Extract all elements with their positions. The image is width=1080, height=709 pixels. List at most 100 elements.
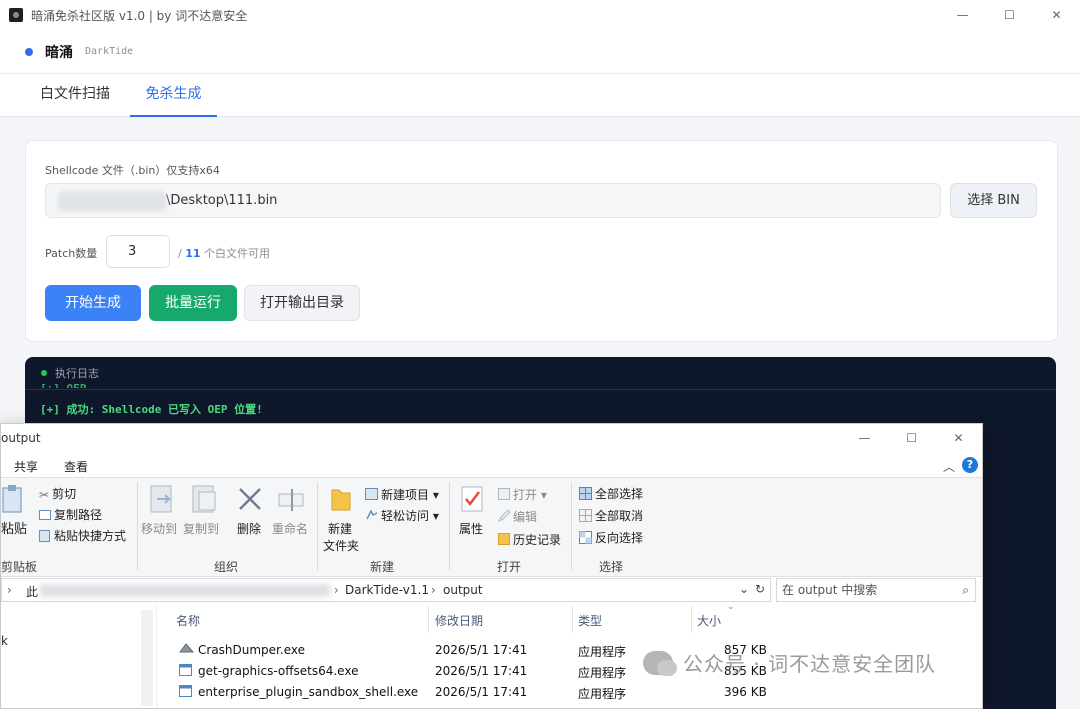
column-name[interactable]: 名称 (176, 612, 200, 629)
file-type: 应用程序 (578, 687, 627, 701)
title-bar: 暗涌免杀社区版 v1.0 | by 词不达意安全 — ☐ ✕ (0, 0, 1080, 30)
copy-path-button[interactable]: 复制路径 (39, 506, 102, 523)
open-button[interactable]: 打开 ▾ (498, 486, 547, 503)
move-to-button[interactable]: 移动到 (141, 520, 177, 537)
scissors-icon: ✂ (39, 487, 50, 502)
tab-evasion-generate[interactable]: 免杀生成 (130, 74, 217, 117)
history-button[interactable]: 历史记录 (498, 531, 561, 548)
group-label-clipboard: 剪贴板 (1, 560, 38, 574)
search-icon: ⌕ (962, 583, 969, 597)
breadcrumb-chevron-icon: › (7, 583, 12, 597)
explorer-close-button[interactable]: ✕ (935, 424, 982, 452)
redacted-breadcrumb (40, 584, 330, 597)
shellcode-path-input[interactable]: \Desktop\111.bin (45, 183, 941, 218)
page-scrollbar[interactable] (1056, 357, 1080, 709)
watermark: 公众号 · 词不达意安全团队 (643, 648, 936, 677)
ribbon-tab-share[interactable]: 共享 (14, 458, 38, 475)
column-size[interactable]: 大小 (697, 612, 721, 629)
log-title: 执行日志 (55, 367, 99, 380)
window-title: 暗涌免杀社区版 v1.0 | by 词不达意安全 (31, 8, 248, 23)
file-date: 2026/5/1 17:41 (435, 685, 528, 699)
move-to-icon (149, 484, 177, 517)
paste-button[interactable]: 粘贴 (1, 518, 27, 537)
log-line-partial: [+] OEP (40, 382, 86, 388)
shellcode-path-text: \Desktop\111.bin (166, 193, 278, 208)
file-name: enterprise_plugin_sandbox_shell.exe (198, 685, 419, 699)
breadcrumb-separator-icon: › (334, 583, 339, 597)
close-button[interactable]: ✕ (1033, 0, 1080, 30)
copy-to-button[interactable]: 复制到 (183, 520, 219, 537)
available-count: 11 (185, 247, 201, 260)
brand-name: 暗涌 (45, 44, 73, 61)
explorer-maximize-button[interactable]: ☐ (888, 424, 935, 452)
brand-bar: 暗涌 DarkTide (0, 30, 1080, 74)
select-none-button[interactable]: 全部取消 (579, 507, 643, 525)
cut-button[interactable]: ✂ 剪切 (39, 485, 76, 502)
shellcode-label: Shellcode 文件（.bin）仅支持x64 (45, 164, 220, 177)
file-name: get-graphics-offsets64.exe (198, 664, 359, 678)
generate-card: Shellcode 文件（.bin）仅支持x64 \Desktop\111.bi… (25, 140, 1058, 342)
file-name: CrashDumper.exe (198, 643, 305, 657)
tab-whitefile-scan[interactable]: 白文件扫描 (30, 74, 120, 115)
address-dropdown-icon[interactable]: ⌄ (739, 582, 749, 596)
open-output-dir-button[interactable]: 打开输出目录 (244, 285, 360, 321)
ribbon-tab-view[interactable]: 查看 (64, 458, 88, 475)
breadcrumb-root[interactable]: 此 (26, 583, 38, 600)
new-folder-button[interactable]: 新建 文件夹 (323, 520, 359, 554)
ribbon-collapse-icon[interactable]: ︿ (943, 458, 955, 475)
new-item-button[interactable]: 新建项目 ▾ (365, 486, 439, 503)
search-input[interactable]: 在 output 中搜索 ⌕ (776, 578, 976, 602)
properties-icon (461, 486, 483, 515)
delete-icon (237, 486, 263, 515)
paste-shortcut-button[interactable]: 粘贴快捷方式 (39, 527, 126, 545)
file-size: 396 KB (724, 685, 767, 699)
minimize-button[interactable]: — (939, 0, 986, 30)
nav-item[interactable]: k (1, 634, 8, 648)
exe-gear-icon (179, 642, 195, 658)
group-label-select: 选择 (599, 560, 624, 574)
ribbon: 粘贴 ✂ 剪切 复制路径 粘贴快捷方式 剪贴板 移动到 复制到 删除 重命名 组织… (1, 477, 982, 577)
file-type: 应用程序 (578, 645, 627, 659)
exe-app-icon (179, 664, 192, 679)
app-icon (9, 8, 23, 22)
patch-hint: / 11 个白文件可用 (178, 247, 271, 260)
nav-scrollbar[interactable] (141, 610, 153, 706)
explorer-minimize-button[interactable]: — (841, 424, 888, 452)
invert-selection-button[interactable]: 反向选择 (579, 529, 643, 547)
explorer-title: output (1, 431, 41, 445)
rename-icon (277, 486, 307, 515)
file-date: 2026/5/1 17:41 (435, 664, 528, 678)
delete-button[interactable]: 删除 (237, 520, 261, 537)
copy-path-icon (39, 509, 51, 523)
start-generate-button[interactable]: 开始生成 (45, 285, 141, 321)
choose-bin-button[interactable]: 选择 BIN (950, 183, 1037, 218)
open-icon (498, 488, 510, 503)
patch-count-label: Patch数量 (45, 247, 98, 260)
refresh-icon[interactable]: ↻ (755, 582, 765, 596)
group-label-organize: 组织 (214, 560, 239, 574)
edit-button[interactable]: 编辑 (497, 508, 537, 525)
help-icon[interactable]: ? (962, 457, 978, 473)
new-item-icon (365, 488, 378, 503)
column-type[interactable]: 类型 (578, 612, 602, 629)
rename-button[interactable]: 重命名 (272, 520, 308, 537)
wechat-icon (643, 650, 677, 676)
address-bar[interactable]: › 此 › DarkTide-v1.1 › output ⌄ ↻ (1, 578, 771, 602)
navigation-pane: k (1, 606, 157, 708)
maximize-button[interactable]: ☐ (986, 0, 1033, 30)
group-label-new: 新建 (370, 560, 395, 574)
paste-icon (1, 484, 23, 517)
properties-button[interactable]: 属性 (459, 520, 483, 537)
log-status-icon (41, 370, 47, 376)
breadcrumb-output[interactable]: output (443, 583, 483, 597)
column-modified[interactable]: 修改日期 (435, 612, 483, 629)
history-icon (498, 533, 510, 548)
group-label-open: 打开 (497, 560, 522, 574)
batch-run-button[interactable]: 批量运行 (149, 285, 237, 321)
breadcrumb-darktide[interactable]: DarkTide-v1.1 (345, 583, 429, 597)
file-row[interactable]: enterprise_plugin_sandbox_shell.exe 2026… (176, 684, 776, 704)
easy-access-button[interactable]: 轻松访问 ▾ (365, 507, 439, 524)
brand-dot-icon (25, 47, 33, 56)
patch-count-input[interactable]: 3 (106, 235, 170, 268)
select-all-button[interactable]: 全部选择 (579, 485, 643, 503)
